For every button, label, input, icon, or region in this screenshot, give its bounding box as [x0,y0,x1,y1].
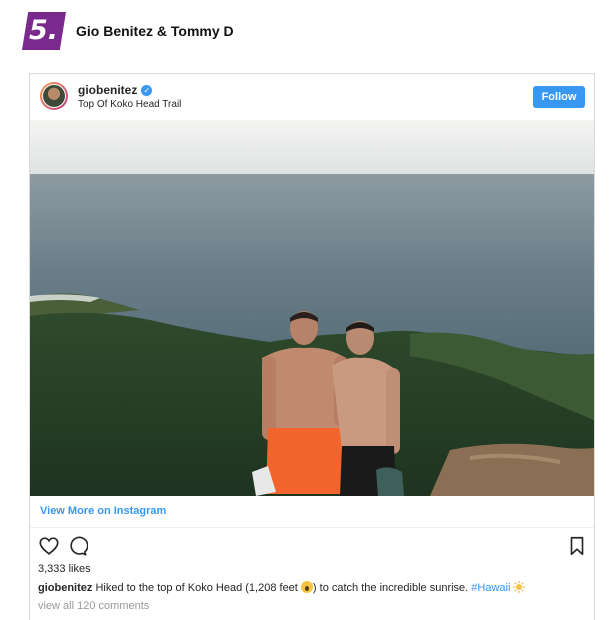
post-caption: giobenitez Hiked to the top of Koko Head… [38,581,526,594]
scream-emoji-icon [300,581,313,593]
post-photo[interactable] [30,120,594,496]
rank-number: 5. [29,15,59,46]
bookmark-icon[interactable] [566,535,588,557]
caption-username[interactable]: giobenitez [38,582,92,594]
sun-emoji-icon [513,581,526,593]
username-row: giobenitez ✓ [78,83,153,97]
verified-badge-icon: ✓ [141,84,153,96]
article-heading: 5. Gio Benitez & Tommy D [22,12,234,50]
post-actions [38,535,588,557]
divider [30,527,594,528]
view-comments-link[interactable]: view all 120 comments [38,600,149,612]
caption-text-2: ) to catch the incredible sunrise. [312,582,472,594]
avatar[interactable] [40,82,68,110]
rank-badge: 5. [22,12,66,50]
hashtag-link[interactable]: #Hawaii [471,582,510,594]
follow-button[interactable]: Follow [533,86,585,108]
view-more-link[interactable]: View More on Instagram [40,505,166,517]
post-username[interactable]: giobenitez [78,83,137,97]
comment-icon[interactable] [66,535,89,557]
likes-count[interactable]: 3,333 likes [38,563,91,575]
instagram-embed: giobenitez ✓ Top Of Koko Head Trail Foll… [29,73,595,620]
article-title: Gio Benitez & Tommy D [76,23,234,39]
post-location[interactable]: Top Of Koko Head Trail [78,99,181,110]
post-header: giobenitez ✓ Top Of Koko Head Trail Foll… [30,74,594,120]
caption-text-1: Hiked to the top of Koko Head (1,208 fee… [92,582,301,594]
heart-icon[interactable] [38,535,60,557]
